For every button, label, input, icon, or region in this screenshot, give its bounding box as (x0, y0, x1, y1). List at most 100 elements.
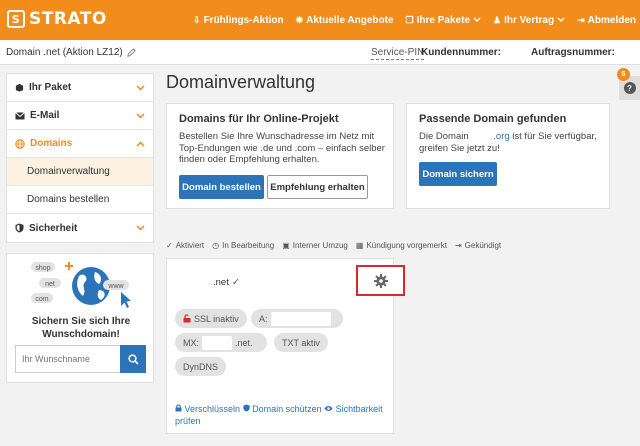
globe-icon (15, 138, 25, 149)
box-icon (15, 83, 24, 92)
nav-abmelden[interactable]: ⇥ Abmelden (577, 15, 636, 26)
mx-record-pill[interactable]: MX: .net. (175, 333, 267, 352)
nav-ihr-vertrag[interactable]: ♟ Ihr Vertrag (493, 15, 565, 26)
sidebar-item-sicherheit[interactable]: Sicherheit (7, 214, 153, 242)
nav-label: Aktuelle Angebote (306, 14, 394, 26)
suggested-domain-link[interactable]: .org (493, 131, 509, 142)
card-title: Domains für Ihr Online-Projekt (179, 113, 339, 125)
legend-kuendigung-vorgemerkt: ▦ Kündigung vorgemerkt (356, 241, 447, 250)
nav-label: Ihre Pakete (416, 14, 470, 26)
promo-headline-line1: Sichern Sie sich Ihre (31, 316, 131, 327)
globe-domains-illustration: shop net com www (31, 262, 131, 308)
domain-search-button[interactable] (120, 345, 146, 373)
user-icon: ♟ (493, 14, 502, 25)
domain-schuetzen-link[interactable]: Domain schützen (242, 404, 325, 414)
txt-record-pill[interactable]: TXT aktiv (274, 333, 328, 352)
nav-ihre-pakete[interactable]: ❒ Ihre Pakete (406, 15, 481, 26)
sidebar: Ihr Paket E-Mail Domains Domainverwaltun… (6, 73, 154, 243)
customer-number-label: Kundennummer: (421, 47, 501, 58)
suggest-text-line2: greifen Sie jetzt zu! (419, 142, 500, 154)
lock-open-icon (183, 314, 191, 323)
legend-aktiviert: ✓ Aktiviert (166, 241, 204, 250)
suggest-text-prefix: Die Domain (419, 131, 469, 142)
tag-com: com (35, 296, 48, 303)
link-label: Sichtbarkeit (335, 404, 383, 414)
current-package: Domain .net (Aktion LZ12) (6, 47, 136, 58)
domain-search (15, 345, 146, 373)
domain-settings-button[interactable] (356, 265, 405, 296)
shield-icon (15, 223, 24, 233)
chevron-down-icon (136, 112, 145, 119)
pencil-icon[interactable] (126, 48, 136, 57)
nav-fruehlings-aktion[interactable]: ⇩ Frühlings-Aktion (193, 15, 284, 26)
a-record-pill[interactable]: A: (251, 309, 343, 328)
legend-label: Interner Umzug (292, 241, 348, 250)
mail-icon (15, 111, 25, 119)
pill-label: SSL inaktiv (194, 313, 239, 324)
pill-label: DynDNS (183, 361, 219, 372)
notification-badge: 6 (617, 68, 630, 81)
domain-actions: Verschlüsseln Domain schützen Sichtbarke… (175, 403, 389, 427)
sidebar-item-label: Ihr Paket (29, 82, 72, 93)
chevron-down-icon (557, 17, 565, 23)
pill-label: MX: (183, 337, 200, 348)
redacted-value (270, 311, 331, 326)
link-label: Verschlüsseln (184, 404, 241, 414)
domain-card: .net ✓ SSL inaktiv A: MX: .net. TXT akti… (166, 258, 405, 434)
briefcase-icon: ▣ (282, 241, 290, 250)
nav-label: Abmelden (587, 14, 636, 26)
service-pin-link[interactable]: Service-PIN (371, 47, 425, 60)
domain-name-text: .net (213, 277, 229, 288)
legend-label: Kündigung vorgemerkt (366, 241, 447, 250)
legend-label: Aktiviert (175, 241, 205, 250)
card-description: Die Domain .org ist für Sie verfügbar, g… (419, 131, 605, 154)
legend-label: In Bearbeitung (222, 241, 275, 250)
legend-interner-umzug: ▣ Interner Umzug (282, 241, 348, 250)
sichtbarkeit-pruefen-link[interactable]: Sichtbarkeit (324, 404, 383, 414)
card-online-project: Domains für Ihr Online-Projekt Bestellen… (166, 103, 394, 209)
domain-search-promo: shop net com www Sichern Sie sich Ihre W… (6, 253, 154, 383)
sichtbarkeit-pruefen-link-cont[interactable]: prüfen (175, 416, 201, 426)
search-icon (127, 353, 139, 365)
context-bar: Domain .net (Aktion LZ12) Service-PIN Ku… (0, 40, 640, 65)
check-icon: ✓ (166, 241, 173, 250)
sidebar-item-label: Sicherheit (29, 222, 78, 234)
domain-bestellen-button[interactable]: Domain bestellen (179, 175, 264, 199)
domain-search-input[interactable] (15, 345, 120, 373)
sidebar-item-label: E-Mail (30, 110, 60, 121)
top-nav: ⇩ Frühlings-Aktion ✹ Aktuelle Angebote ❒… (193, 0, 636, 40)
pill-label-suffix: .net. (235, 337, 253, 348)
promo-headline-line2: Wunschdomain! (42, 329, 120, 340)
help-button[interactable]: 6 ? (617, 68, 640, 100)
chevron-up-icon (136, 140, 145, 147)
dyndns-pill[interactable]: DynDNS (175, 357, 227, 376)
tag-net: net (45, 281, 55, 288)
suggest-text-suffix: ist für Sie verfügbar, (512, 131, 597, 142)
sidebar-subitem-domains-bestellen[interactable]: Domains bestellen (7, 186, 153, 214)
status-legend: ✓ Aktiviert ◷ In Bearbeitung ▣ Interner Umz… (166, 241, 501, 250)
verschluesseln-link[interactable]: Verschlüsseln (175, 404, 243, 414)
logo-text: STRATO (29, 9, 107, 29)
lock-icon (175, 404, 182, 412)
sidebar-subitem-domainverwaltung[interactable]: Domainverwaltung (7, 158, 153, 186)
tag-www: www (107, 283, 124, 290)
logout-icon: ⇥ (577, 14, 585, 25)
legend-gekuendigt: ⇥ Gekündigt (455, 241, 501, 250)
sidebar-item-ihr-paket[interactable]: Ihr Paket (7, 74, 153, 102)
pill-label: A: (259, 313, 268, 324)
strato-logo[interactable]: S STRATO (7, 9, 107, 29)
gift-icon: ⇩ (193, 14, 201, 25)
eye-icon (324, 406, 333, 411)
tag-shop: shop (35, 265, 50, 272)
gear-icon (373, 273, 388, 288)
nav-aktuelle-angebote[interactable]: ✹ Aktuelle Angebote (296, 15, 394, 26)
domain-name: .net ✓ (213, 277, 240, 288)
empfehlung-erhalten-button[interactable]: Empfehlung erhalten (267, 175, 368, 199)
card-title: Passende Domain gefunden (419, 113, 567, 125)
sidebar-item-email[interactable]: E-Mail (7, 102, 153, 130)
top-bar: S STRATO ⇩ Frühlings-Aktion ✹ Aktuelle A… (0, 0, 640, 40)
sidebar-item-domains[interactable]: Domains (7, 130, 153, 158)
ssl-status-pill[interactable]: SSL inaktiv (175, 309, 247, 328)
domain-sichern-button[interactable]: Domain sichern (419, 162, 497, 186)
pill-label: TXT aktiv (282, 337, 320, 348)
